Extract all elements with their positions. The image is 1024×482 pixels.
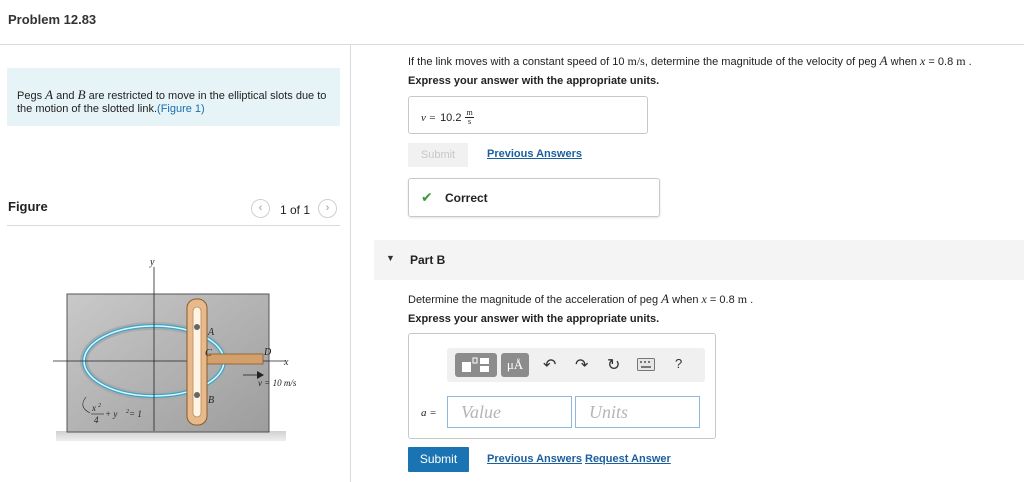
question-value: = 0.8 [925, 56, 957, 68]
label-x: x [283, 357, 289, 368]
part-b-submit-button[interactable]: Submit [408, 447, 469, 472]
question-text: , determine the magnitude of the velocit… [644, 56, 880, 68]
part-b-header[interactable]: ▼ Part B [374, 240, 1024, 280]
part-b-instruction: Express your answer with the appropriate… [408, 313, 660, 325]
question-text: Determine the magnitude of the accelerat… [408, 294, 662, 306]
question-text: when [887, 56, 921, 68]
answer-unit: m s [465, 109, 474, 126]
peg-a-symbol: A [879, 53, 888, 68]
label-b: B [208, 395, 214, 406]
question-value: = 0.8 [706, 294, 738, 306]
math-toolbar: μÅ ↶ ↷ ↻ ? [447, 348, 705, 382]
redo-icon[interactable]: ↷ [575, 355, 588, 375]
label-d: D [263, 347, 272, 358]
peg-a [194, 324, 200, 330]
statement-text: and [53, 90, 78, 102]
peg-a-symbol: A [45, 87, 54, 102]
part-b-answer-box: μÅ ↶ ↷ ↻ ? a = Value Units [408, 333, 716, 439]
question-unit: m [956, 54, 966, 68]
value-input[interactable]: Value [447, 396, 572, 428]
question-text: If the link moves with a constant speed … [408, 56, 628, 68]
peg-b-symbol: B [77, 87, 86, 102]
answer-variable: v = [421, 111, 437, 124]
figure-count: 1 of 1 [280, 203, 311, 217]
undo-icon[interactable]: ↶ [543, 355, 556, 375]
chevron-right-icon: › [325, 202, 330, 214]
column-divider [350, 44, 351, 482]
peg-b [194, 392, 200, 398]
eq-x-sup: 2 [98, 403, 101, 409]
label-a: A [207, 327, 215, 338]
help-button[interactable]: ? [675, 356, 682, 371]
checkmark-icon: ✔ [421, 189, 433, 205]
figure-next-button[interactable]: › [318, 199, 337, 218]
figure-prev-button[interactable]: ‹ [251, 199, 270, 218]
header-divider [0, 44, 1024, 45]
label-c: C [205, 348, 212, 359]
figure-link[interactable]: (Figure 1) [157, 103, 205, 115]
correct-feedback: ✔ Correct [408, 178, 660, 217]
question-unit: m [737, 292, 748, 306]
link-slot [192, 306, 202, 418]
part-b-question: Determine the magnitude of the accelerat… [408, 291, 753, 307]
eq-den: 4 [94, 415, 99, 425]
part-a-question: If the link moves with a constant speed … [408, 53, 972, 69]
chevron-left-icon: ‹ [258, 202, 263, 214]
part-a-submit-button[interactable]: Submit [408, 143, 468, 167]
statement-text: Pegs [17, 90, 46, 102]
label-velocity: v = 10 m/s [258, 378, 297, 388]
figure-divider [7, 225, 340, 226]
part-a-instruction: Express your answer with the appropriate… [408, 75, 660, 87]
units-input[interactable]: Units [575, 396, 700, 428]
question-text: . [965, 56, 972, 68]
page-title: Problem 12.83 [8, 12, 97, 27]
question-text: . [747, 294, 754, 306]
answer-value: 10.2 [440, 111, 462, 124]
part-b-previous-answers-link[interactable]: Previous Answers [487, 453, 582, 465]
figure-diagram: y x A B C D v = 10 m/s x 2 4 + y 2 = 1 [53, 257, 297, 441]
answer-variable: a = [421, 407, 437, 419]
peg-a-symbol: A [661, 291, 670, 306]
figure-heading: Figure [8, 199, 48, 214]
eq-rest: + y [105, 409, 117, 419]
eq-end: = 1 [129, 409, 142, 419]
part-b-title: Part B [410, 253, 446, 267]
caret-down-icon: ▼ [386, 253, 395, 263]
slotted-link-rod [202, 353, 264, 365]
part-a-previous-answers-link[interactable]: Previous Answers [487, 148, 582, 160]
unit-denominator: s [468, 117, 472, 126]
question-text: when [669, 294, 702, 306]
request-answer-link[interactable]: Request Answer [585, 453, 671, 465]
part-a-answer-box: v = 10.2 m s [408, 96, 648, 134]
problem-statement: Pegs A and B are restricted to move in t… [7, 68, 340, 126]
units-button[interactable]: μÅ [501, 353, 529, 377]
template-icon [462, 357, 489, 372]
reset-icon[interactable]: ↻ [607, 355, 620, 375]
label-y: y [149, 257, 155, 268]
part-a-answer: v = 10.2 m s [421, 109, 474, 126]
keyboard-icon[interactable] [637, 358, 655, 371]
correct-text: Correct [445, 191, 488, 205]
question-unit: m/s [627, 54, 645, 68]
eq-x: x [91, 403, 96, 413]
template-button[interactable] [455, 353, 497, 377]
